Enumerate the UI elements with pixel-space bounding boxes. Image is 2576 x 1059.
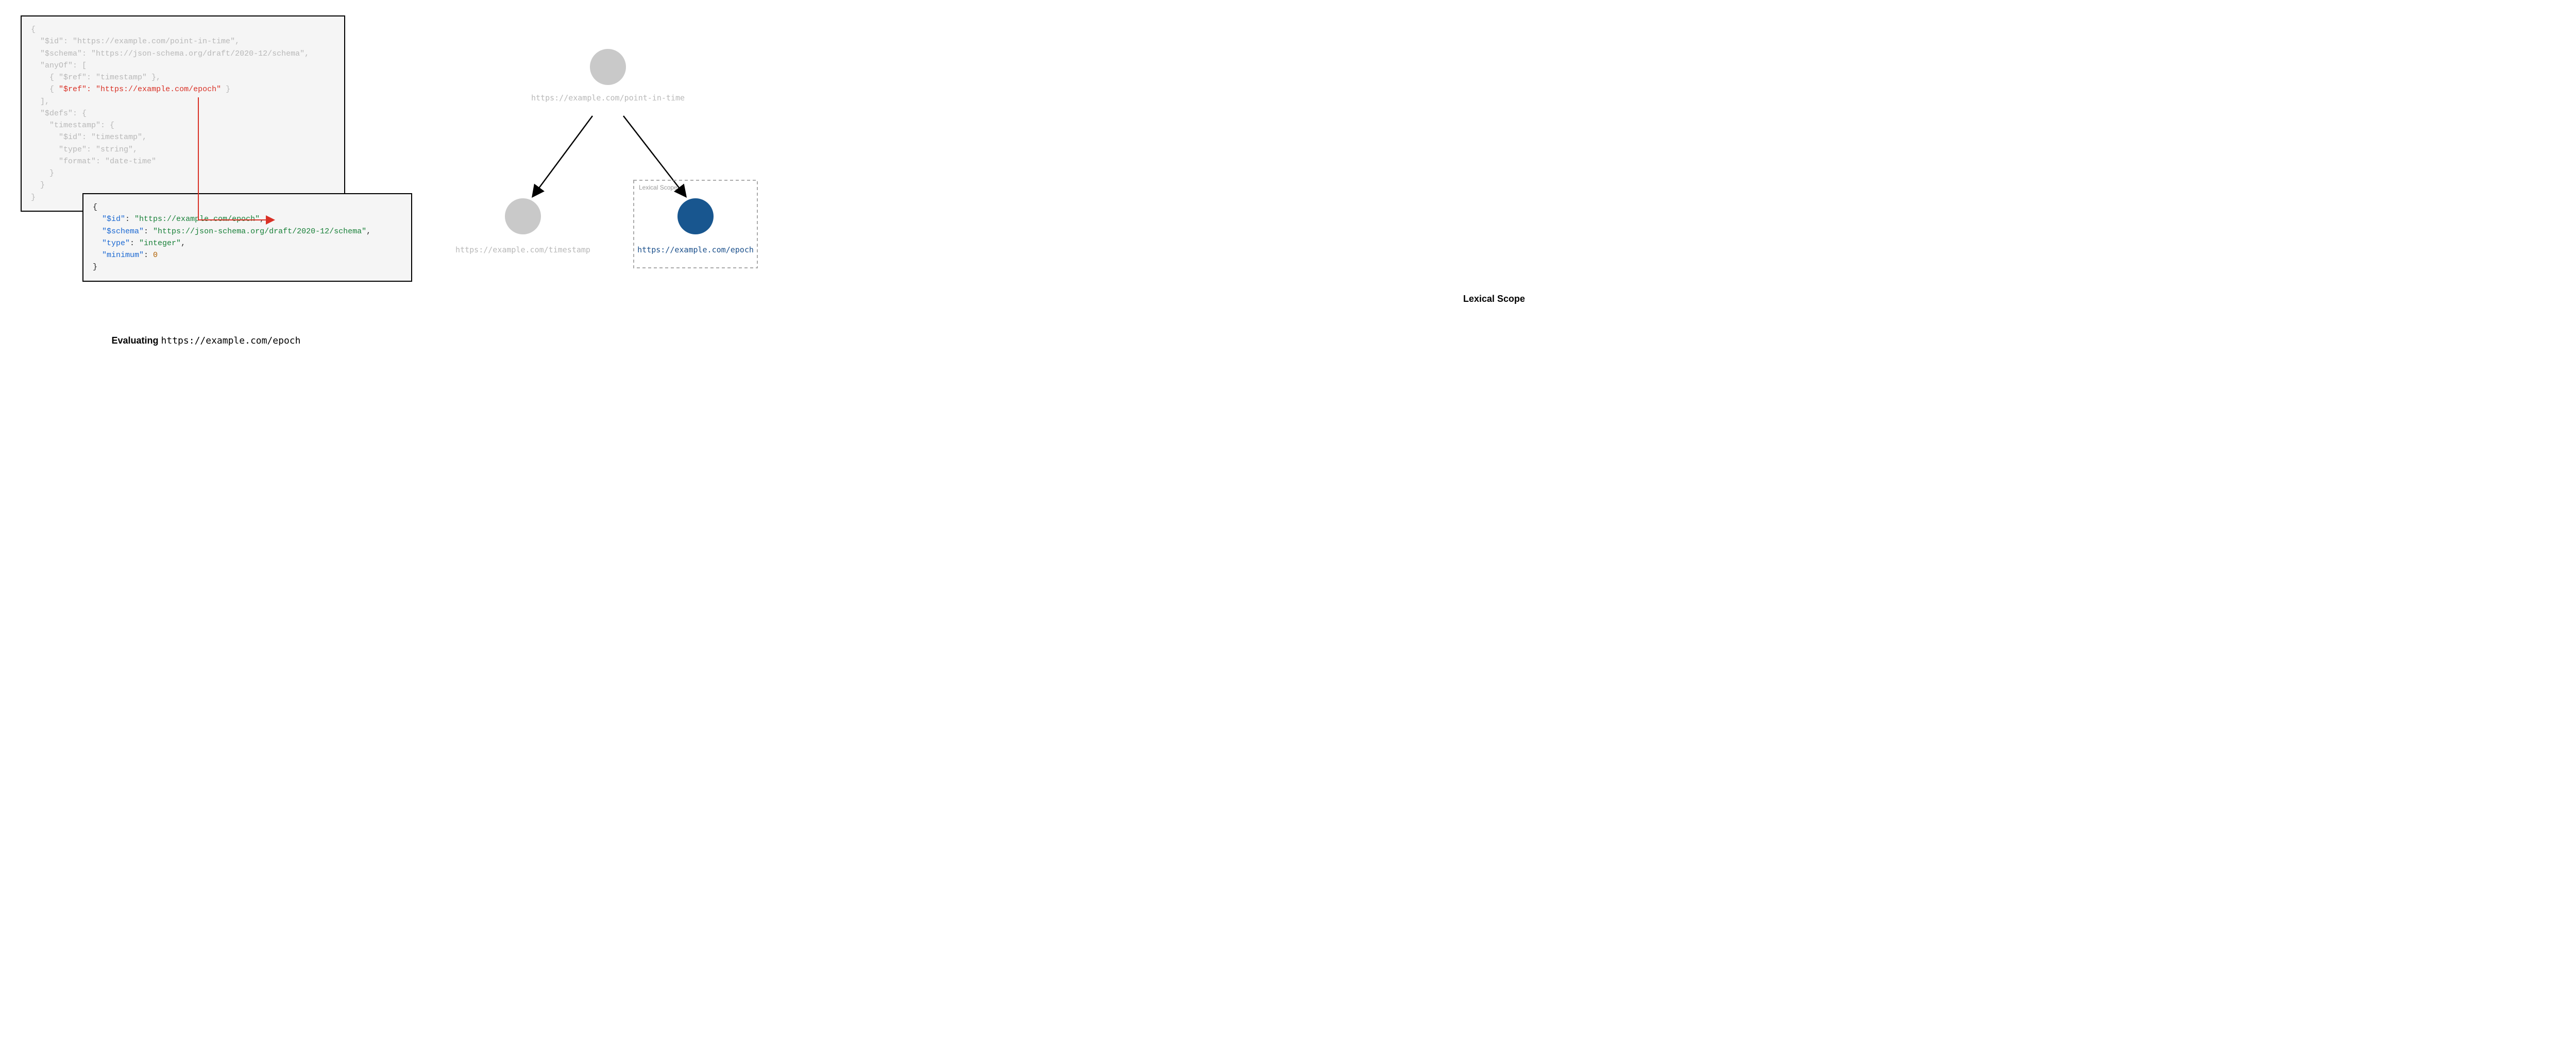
code-line: "format": "date-time" [31, 157, 156, 166]
tree-edge-left [533, 116, 592, 196]
referenced-schema-code: { "$id": "https://example.com/epoch", "$… [82, 193, 412, 282]
epoch-node-label: https://example.com/epoch [637, 245, 754, 254]
lexical-scope-box-label: Lexical Scope [639, 184, 677, 191]
ref-key-highlight: "$ref" [59, 85, 87, 94]
code-line-suffix: } [221, 85, 230, 94]
root-node-label: https://example.com/point-in-time [531, 93, 685, 103]
code-panel: { "$id": "https://example.com/point-in-t… [21, 15, 392, 346]
code-line: "type": "string", [31, 145, 138, 154]
code-line: } [31, 193, 36, 202]
code-line: "anyOf": [ [31, 61, 87, 70]
epoch-node-active [677, 198, 714, 234]
json-key: "type" [102, 239, 130, 248]
json-string: "integer" [139, 239, 181, 248]
code-line: "timestamp": { [31, 121, 114, 130]
code-line: ], [31, 97, 49, 106]
left-caption: Evaluating https://example.com/epoch [21, 335, 392, 346]
json-key: "$schema" [102, 227, 144, 236]
code-line: } [31, 181, 45, 190]
scope-tree-diagram: https://example.com/point-in-time https:… [433, 26, 762, 283]
timestamp-node [505, 198, 541, 234]
diagram-container: { "$id": "https://example.com/point-in-t… [21, 15, 2555, 346]
code-line: } [93, 263, 97, 271]
timestamp-node-label: https://example.com/timestamp [455, 245, 590, 254]
json-string: "https://example.com/epoch" [134, 215, 260, 224]
json-key: "$id" [102, 215, 125, 224]
root-node [590, 49, 626, 85]
caption-label: Evaluating [112, 335, 161, 346]
ref-colon: : [87, 85, 96, 94]
code-line: "$defs": { [31, 109, 87, 118]
code-line: { "$ref": "timestamp" }, [31, 73, 161, 82]
tree-panel: https://example.com/point-in-time https:… [433, 15, 2555, 304]
json-number: 0 [153, 251, 158, 260]
code-line: } [31, 169, 54, 178]
code-line: { [93, 203, 97, 212]
code-line: "$id": "https://example.com/point-in-tim… [31, 37, 240, 46]
caption-uri: https://example.com/epoch [161, 335, 301, 346]
code-line: { [31, 25, 36, 34]
code-line: "$id": "timestamp", [31, 133, 147, 142]
ref-value-highlight: "https://example.com/epoch" [96, 85, 221, 94]
main-schema-code: { "$id": "https://example.com/point-in-t… [21, 15, 345, 212]
json-key: "minimum" [102, 251, 144, 260]
json-string: "https://json-schema.org/draft/2020-12/s… [153, 227, 366, 236]
right-caption: Lexical Scope [433, 294, 2555, 304]
code-line-prefix: { [31, 85, 59, 94]
code-line: "$schema": "https://json-schema.org/draf… [31, 49, 309, 58]
